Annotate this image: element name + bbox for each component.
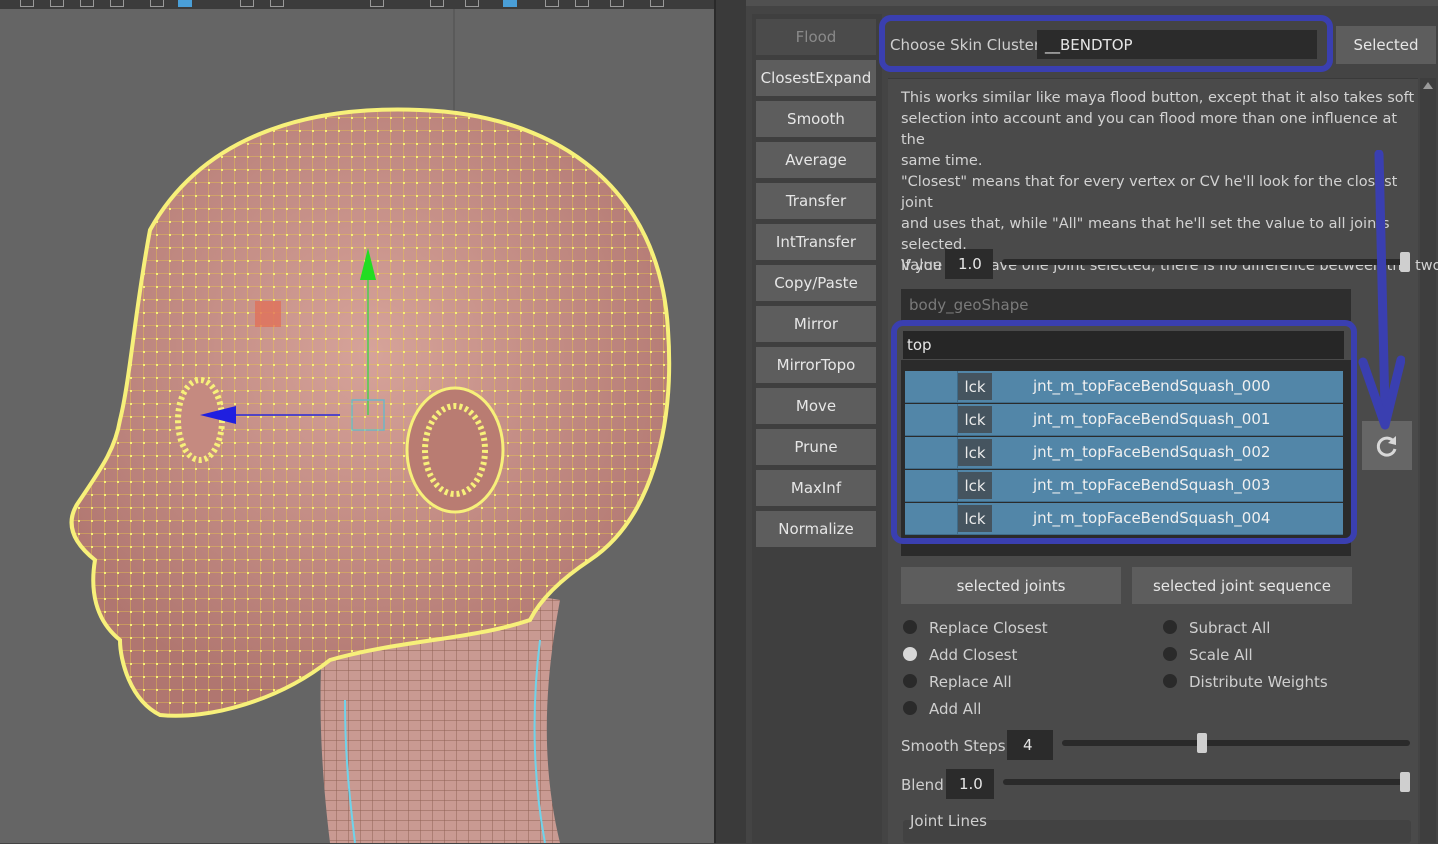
toolbar-icon[interactable] bbox=[370, 0, 384, 7]
scale-all-label: Scale All bbox=[1189, 646, 1253, 664]
toolbar-icon[interactable] bbox=[270, 0, 284, 7]
distribute-weights-label: Distribute Weights bbox=[1189, 673, 1328, 691]
toolbar-icon[interactable] bbox=[575, 0, 589, 7]
flood-button[interactable]: Flood bbox=[756, 19, 876, 55]
replace-closest-label: Replace Closest bbox=[929, 619, 1048, 637]
add-closest-label: Add Closest bbox=[929, 646, 1018, 664]
arrow-down-icon bbox=[1358, 150, 1405, 430]
description-line: and uses that, while "All" means that he… bbox=[901, 216, 1390, 232]
transfer-button[interactable]: Transfer bbox=[756, 183, 876, 219]
smooth-steps-label: Smooth Steps bbox=[901, 737, 1006, 755]
mesh-field[interactable]: body_geoShape bbox=[901, 289, 1351, 321]
description-line: selection into account and you can flood… bbox=[901, 111, 1398, 148]
annotation-highlight-box bbox=[879, 15, 1333, 72]
scale-all-radio[interactable] bbox=[1163, 647, 1177, 661]
replace-all-radio[interactable] bbox=[903, 674, 917, 688]
blend-label: Blend bbox=[901, 776, 944, 794]
subtract-all-label: Subract All bbox=[1189, 619, 1271, 637]
mirror-topo-button[interactable]: MirrorTopo bbox=[756, 347, 876, 383]
copy-paste-button[interactable]: Copy/Paste bbox=[756, 265, 876, 301]
toolbar-icon[interactable] bbox=[545, 0, 559, 7]
value-label: Value bbox=[901, 256, 943, 274]
description-line: "Closest" means that for every vertex or… bbox=[901, 174, 1398, 211]
value-slider[interactable] bbox=[1002, 259, 1410, 265]
blend-slider-handle[interactable] bbox=[1400, 772, 1410, 792]
3d-viewport[interactable] bbox=[0, 0, 714, 843]
toolbar-icon-active[interactable] bbox=[503, 0, 517, 7]
smooth-steps-field[interactable]: 4 bbox=[1007, 730, 1053, 760]
replace-closest-radio[interactable] bbox=[903, 620, 917, 634]
add-all-radio[interactable] bbox=[903, 701, 917, 715]
normalize-button[interactable]: Normalize bbox=[756, 511, 876, 547]
selected-joint-sequence-button[interactable]: selected joint sequence bbox=[1132, 567, 1352, 604]
add-all-label: Add All bbox=[929, 700, 982, 718]
int-transfer-button[interactable]: IntTransfer bbox=[756, 224, 876, 260]
selected-button[interactable]: Selected bbox=[1336, 26, 1436, 64]
average-button[interactable]: Average bbox=[756, 142, 876, 178]
toolbar-icon[interactable] bbox=[150, 0, 164, 7]
blend-slider[interactable] bbox=[1003, 779, 1410, 785]
joint-lines-label: Joint Lines bbox=[910, 812, 987, 830]
distribute-weights-radio[interactable] bbox=[1163, 674, 1177, 688]
description-line: This works similar like maya flood butto… bbox=[901, 90, 1415, 106]
subtract-all-radio[interactable] bbox=[1163, 620, 1177, 634]
smooth-button[interactable]: Smooth bbox=[756, 101, 876, 137]
annotation-highlight-box bbox=[891, 320, 1357, 544]
scrollbar[interactable] bbox=[1420, 78, 1436, 843]
toolbar-icon-active[interactable] bbox=[178, 0, 192, 7]
toolbar-icon[interactable] bbox=[110, 0, 124, 7]
blend-field[interactable]: 1.0 bbox=[946, 769, 994, 799]
toolbar-icon[interactable] bbox=[465, 0, 479, 7]
description-line: same time. bbox=[901, 153, 983, 169]
viewport-toolbar bbox=[0, 0, 714, 9]
value-field[interactable]: 1.0 bbox=[945, 249, 993, 279]
toolbar-icon[interactable] bbox=[650, 0, 664, 7]
prune-button[interactable]: Prune bbox=[756, 429, 876, 465]
closest-expand-button[interactable]: ClosestExpand bbox=[756, 60, 876, 96]
smooth-steps-slider[interactable] bbox=[1062, 740, 1410, 746]
move-button[interactable]: Move bbox=[756, 388, 876, 424]
maxinf-button[interactable]: MaxInf bbox=[756, 470, 876, 506]
mirror-button[interactable]: Mirror bbox=[756, 306, 876, 342]
add-closest-radio[interactable] bbox=[903, 647, 917, 661]
head-model bbox=[69, 0, 672, 843]
toolbar-icon[interactable] bbox=[50, 0, 64, 7]
toolbar-icon[interactable] bbox=[240, 0, 254, 7]
toolbar-icon[interactable] bbox=[20, 0, 34, 7]
replace-all-label: Replace All bbox=[929, 673, 1012, 691]
scroll-up-icon[interactable] bbox=[1423, 82, 1433, 89]
toolbar-icon[interactable] bbox=[610, 0, 624, 7]
panel-splitter[interactable] bbox=[714, 0, 746, 843]
selected-joints-button[interactable]: selected joints bbox=[901, 567, 1121, 604]
smooth-steps-slider-handle[interactable] bbox=[1197, 733, 1207, 753]
toolbar-icon[interactable] bbox=[430, 0, 444, 7]
toolbar-icon[interactable] bbox=[80, 0, 94, 7]
